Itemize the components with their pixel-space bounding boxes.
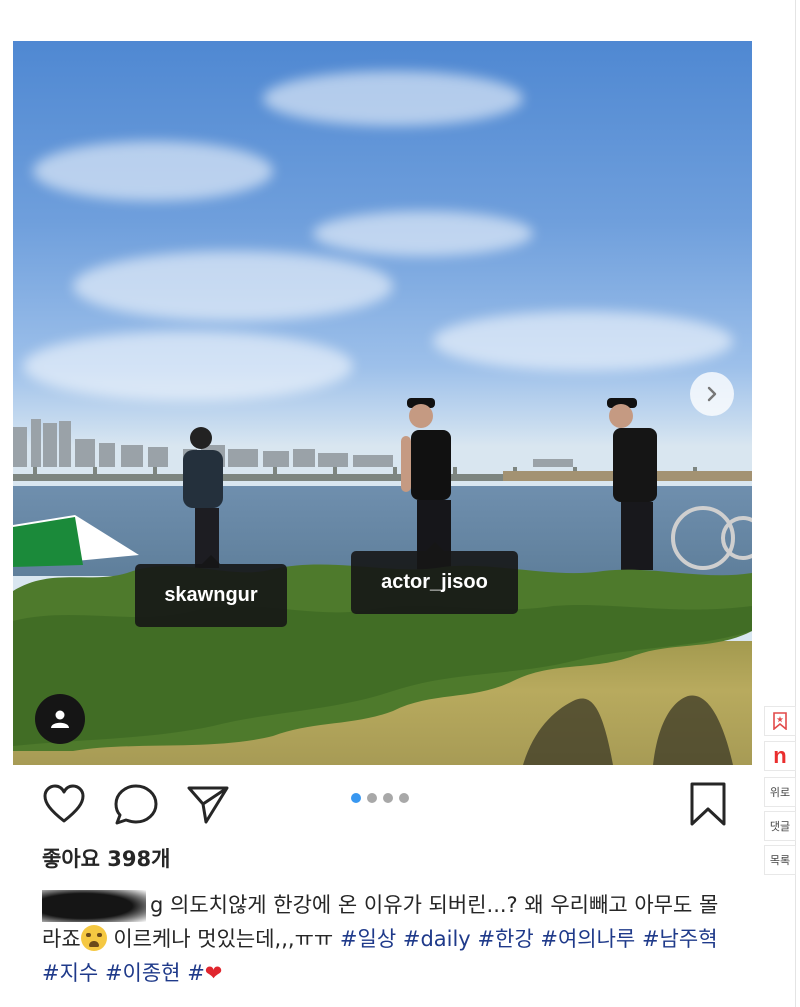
chevron-right-icon — [707, 386, 717, 402]
username-tail[interactable]: g — [150, 893, 163, 917]
bookmark-icon[interactable] — [688, 781, 728, 827]
post-photo[interactable]: skawngur actor_jisoo — [13, 41, 752, 765]
red-heart-icon: ❤ — [204, 961, 223, 985]
hashtag[interactable]: #여의나루 — [540, 927, 635, 951]
hashtag[interactable]: #남주혁 — [642, 927, 718, 951]
person-icon — [51, 710, 69, 728]
bicycle — [671, 506, 752, 570]
carousel-dot — [399, 793, 409, 803]
user-tag-actor-jisoo[interactable]: actor_jisoo — [351, 542, 518, 614]
heart-icon[interactable] — [42, 783, 86, 825]
hashtag[interactable]: #한강 — [477, 927, 533, 951]
list-button[interactable]: 목록 — [764, 845, 796, 875]
show-tags-button[interactable] — [35, 694, 85, 744]
crying-face-icon — [80, 925, 107, 951]
cloud — [33, 141, 273, 201]
hashtag[interactable]: #지수 — [42, 961, 98, 985]
cloud — [313, 211, 533, 256]
cloud — [433, 311, 733, 371]
hashtag[interactable]: # — [187, 961, 205, 985]
likes-count[interactable]: 좋아요 398개 — [42, 843, 170, 873]
comment-bubble-icon[interactable] — [113, 783, 159, 827]
shadows — [523, 695, 733, 765]
naver-button[interactable]: n — [764, 741, 796, 771]
cloud — [23, 331, 353, 401]
paper-plane-icon[interactable] — [186, 784, 230, 826]
scroll-top-button[interactable]: 위로 — [764, 777, 796, 807]
cloud — [73, 251, 393, 321]
redacted-username[interactable] — [42, 890, 146, 922]
carousel-dot — [383, 793, 393, 803]
hashtag[interactable]: #이종현 — [105, 961, 181, 985]
hashtag[interactable]: #daily — [403, 927, 471, 951]
user-tag-skawngur[interactable]: skawngur — [135, 555, 287, 627]
hashtag[interactable]: #일상 — [340, 927, 396, 951]
carousel-dot — [351, 793, 361, 803]
bookmark-add-button[interactable] — [764, 706, 796, 736]
carousel-dot — [367, 793, 377, 803]
post-caption: g 의도치않게 한강에 온 이유가 되버린...? 왜 우리빼고 아무도 몰라죠… — [42, 888, 732, 990]
bookmark-star-icon — [773, 712, 787, 730]
caption-text: 이르케나 멋있는데,,,ㅠㅠ — [106, 927, 340, 951]
comments-button[interactable]: 댓글 — [764, 811, 796, 841]
carousel-indicator — [351, 793, 409, 803]
cloud — [263, 71, 523, 126]
carousel-next-button[interactable] — [690, 372, 734, 416]
